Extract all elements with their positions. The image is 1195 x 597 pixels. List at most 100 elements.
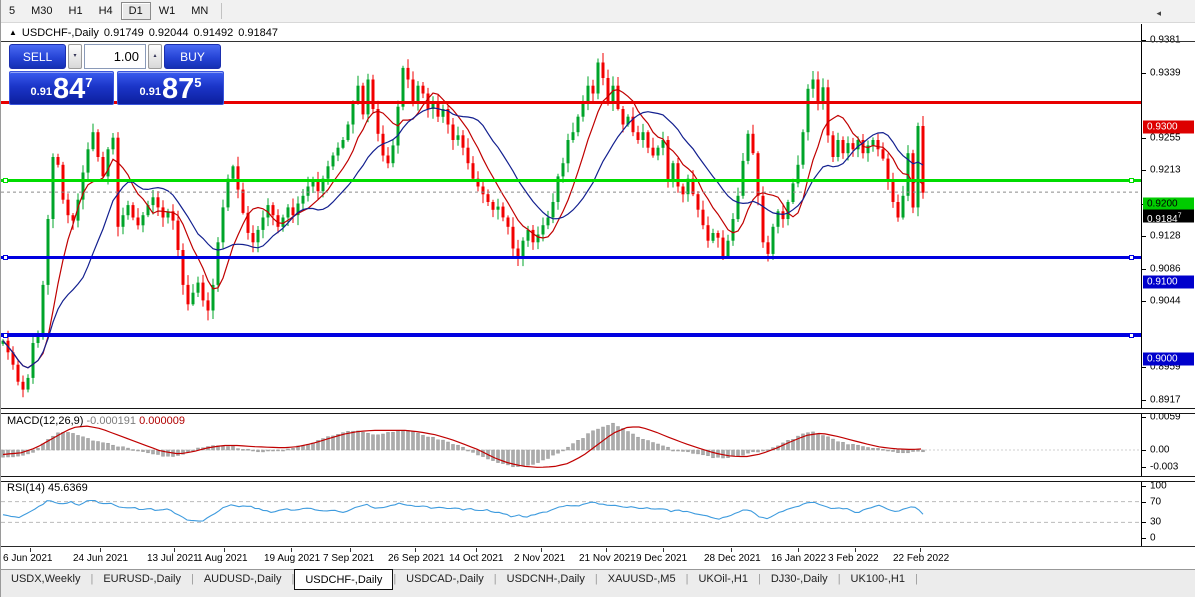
volume-decrease-button[interactable]: ▾ (68, 44, 82, 69)
sell-button[interactable]: SELL (9, 44, 66, 69)
price-tick: 0.9128 (1150, 230, 1181, 242)
axis-tick-mark (1142, 416, 1146, 418)
date-label: 26 Sep 2021 (388, 553, 445, 564)
date-label: 21 Nov 2021 (579, 553, 636, 564)
trade-panel-collapse-icon[interactable]: ▲ (9, 28, 17, 37)
horizontal-level-line-0.9000[interactable] (1, 333, 1141, 338)
level-drag-handle[interactable] (3, 177, 8, 183)
axis-tick-mark (1142, 367, 1146, 369)
chart-title-bar: ▲ USDCHF-,Daily 0.91749 0.92044 0.91492 … (3, 25, 283, 40)
symbol-tab-usdcad-daily[interactable]: USDCAD-,Daily (396, 570, 494, 590)
chart-frame-top-border (1, 41, 1195, 42)
price-tick: 0.9339 (1150, 67, 1181, 79)
level-drag-handle[interactable] (3, 332, 8, 338)
date-label: 14 Oct 2021 (449, 553, 504, 564)
symbol-tab-usdchf-daily[interactable]: USDCHF-,Daily (294, 569, 394, 590)
axis-tick-mark (1142, 137, 1146, 139)
axis-tick-mark (1142, 301, 1146, 303)
date-tick-mark (798, 548, 799, 552)
symbol-tab-audusd-daily[interactable]: AUDUSD-,Daily (194, 570, 292, 590)
sell-price-box[interactable]: 0.91 84 7 (9, 71, 114, 105)
date-tick-mark (174, 548, 175, 552)
level-price-tag: 0.9300 (1143, 120, 1194, 134)
price-tick: 0.9086 (1150, 263, 1181, 275)
symbol-tab-dj30-daily[interactable]: DJ30-,Daily (761, 570, 838, 590)
date-label: 22 Feb 2022 (893, 553, 950, 564)
symbol-tab-usdcnh-daily[interactable]: USDCNH-,Daily (497, 570, 595, 590)
current-price-tag: 0.91847 (1143, 209, 1194, 225)
level-drag-handle[interactable] (3, 255, 8, 261)
axis-tick-mark (1142, 522, 1146, 524)
trading-platform-window: 5 M30 H1 H4 D1 W1 MN ▲ USDCHF-,Daily 0.91749 0… (0, 0, 1195, 597)
price-tick: 0.9255 (1150, 132, 1181, 144)
date-label: 19 Aug 2021 (264, 553, 321, 564)
macd-tick: -0.003 (1150, 461, 1179, 473)
date-tick-mark (606, 548, 607, 552)
volume-increase-button[interactable]: ▴ (148, 44, 162, 69)
axis-tick-mark (1142, 399, 1146, 401)
symbol-tab-uk100-h1[interactable]: UK100-,H1 (841, 570, 915, 590)
date-tick-mark (30, 548, 31, 552)
buy-price-prefix: 0.91 (139, 86, 161, 98)
ohlc-high: 0.92044 (148, 26, 189, 39)
date-tick-mark (291, 548, 292, 552)
horizontal-level-line-0.9200[interactable] (1, 178, 1141, 182)
rsi-tick: 30 (1150, 516, 1162, 528)
axis-tick-mark (1142, 501, 1146, 503)
ohlc-open: 0.91749 (103, 26, 144, 39)
symbol-tab-xauusd-m5[interactable]: XAUUSD-,M5 (598, 570, 686, 590)
buy-button[interactable]: BUY (164, 44, 221, 69)
tab-separator: | (914, 573, 918, 585)
date-label: 13 Jul 2021 (147, 553, 199, 564)
horizontal-level-line-0.9100[interactable] (1, 256, 1141, 260)
date-tick-mark (663, 548, 664, 552)
date-tick-mark (920, 548, 921, 552)
chart-symbol-title: USDCHF-,Daily (21, 26, 99, 39)
symbol-tab-usdx-weekly[interactable]: USDX,Weekly (1, 570, 90, 590)
date-label: 2 Nov 2021 (514, 553, 566, 564)
level-drag-handle[interactable] (1129, 177, 1134, 183)
level-price-tag: 0.9100 (1143, 275, 1194, 289)
rsi-tick: 100 (1150, 480, 1167, 492)
axis-tick-mark (1142, 450, 1146, 451)
macd-panel-resize-handle[interactable] (1, 408, 1195, 414)
axis-tick-mark (1142, 466, 1146, 468)
date-label: 24 Jun 2021 (73, 553, 129, 564)
rsi-panel-resize-handle[interactable] (1, 476, 1195, 482)
symbol-tab-bar: USDX,Weekly | EURUSD-,Daily | AUDUSD-,Daily |… (1, 569, 1195, 597)
rsi-tick: 0 (1150, 532, 1156, 544)
level-price-tag: 0.9000 (1143, 352, 1194, 366)
buy-price-box[interactable]: 0.91 87 5 (117, 71, 224, 105)
price-axis[interactable]: 0.93810.93390.92550.92130.91700.91280.90… (1141, 24, 1195, 547)
date-axis-border (1, 546, 1195, 547)
axis-tick-mark (1142, 170, 1146, 172)
volume-input[interactable] (84, 44, 146, 69)
date-tick-mark (541, 548, 542, 552)
rsi-indicator-label: RSI(14) 45.6369 (7, 482, 88, 494)
buy-price-pip: 5 (194, 75, 202, 90)
macd-main-value: -0.000191 (86, 415, 137, 427)
price-tick: 0.8917 (1150, 394, 1181, 406)
macd-tick: 0.00 (1150, 444, 1170, 456)
date-tick-mark (476, 548, 477, 552)
date-label: 6 Jun 2021 (3, 553, 53, 564)
date-tick-mark (731, 548, 732, 552)
ohlc-low: 0.91492 (193, 26, 234, 39)
symbol-tab-eurusd-daily[interactable]: EURUSD-,Daily (93, 570, 191, 590)
date-label: 7 Sep 2021 (323, 553, 375, 564)
symbol-tab-ukoil-h1[interactable]: UKOil-,H1 (688, 570, 758, 590)
tab-scroll-left-icon[interactable]: ◂ (1156, 8, 1161, 19)
date-label: 3 Feb 2022 (828, 553, 879, 564)
date-tick-mark (100, 548, 101, 552)
level-drag-handle[interactable] (1129, 332, 1134, 338)
date-label: 28 Dec 2021 (704, 553, 761, 564)
date-axis[interactable]: 6 Jun 2021 24 Jun 2021 13 Jul 2021 1 Aug 20… (1, 547, 1195, 569)
axis-tick-mark (1142, 486, 1146, 487)
price-tick: 0.9213 (1150, 164, 1181, 176)
macd-indicator-label: MACD(12,26,9) -0.000191 0.000009 (7, 415, 185, 427)
date-label: 16 Jan 2022 (771, 553, 827, 564)
price-tick: 0.9044 (1150, 295, 1181, 307)
level-drag-handle[interactable] (1129, 255, 1134, 261)
date-label: 1 Aug 2021 (197, 553, 248, 564)
axis-tick-mark (1142, 538, 1146, 539)
